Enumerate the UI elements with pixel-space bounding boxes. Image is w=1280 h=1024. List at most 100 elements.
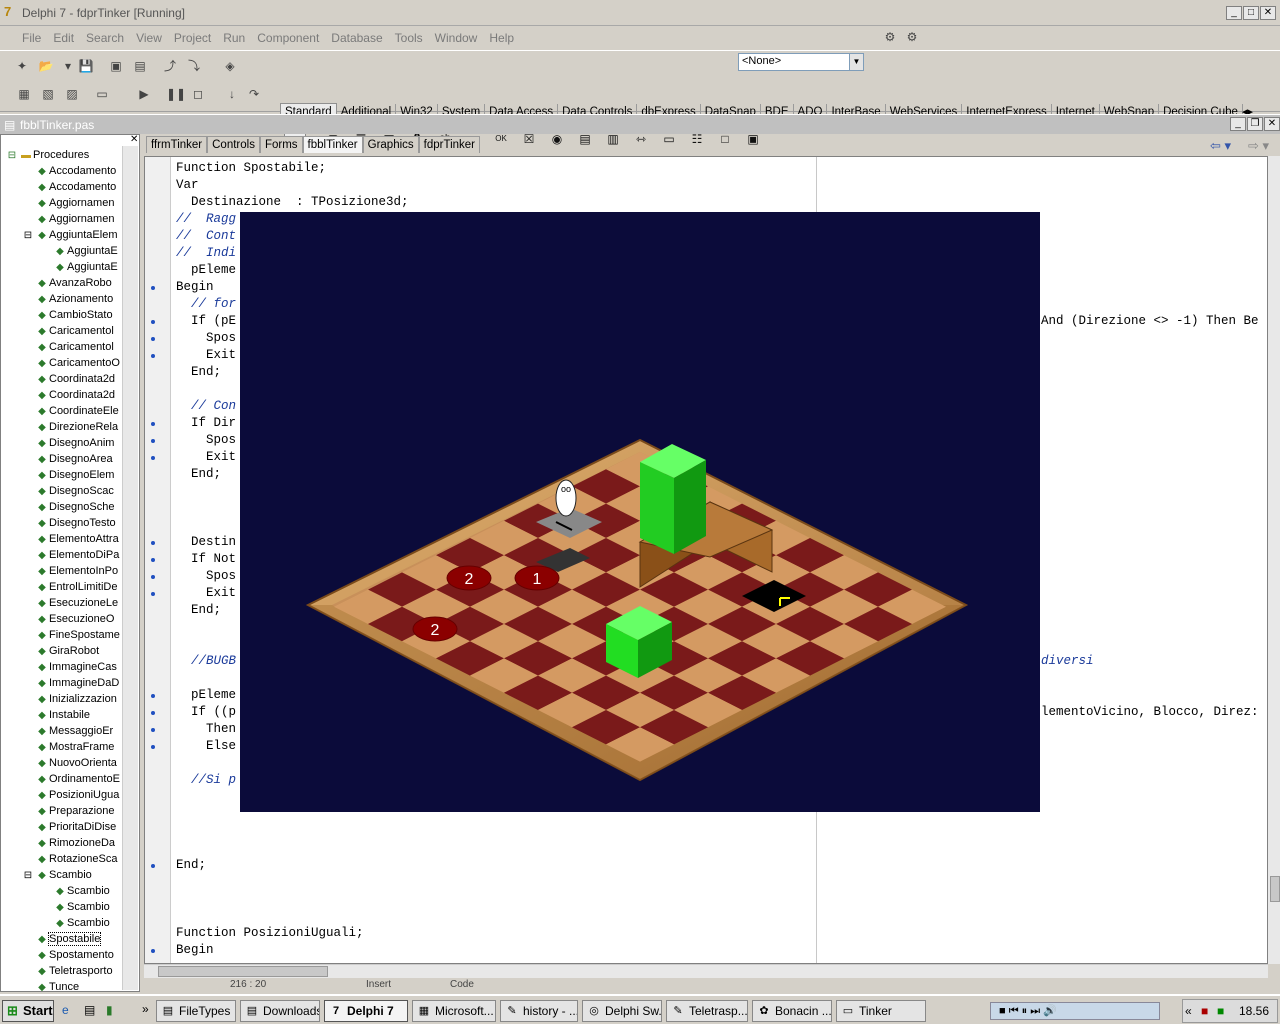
tree-item[interactable]: ◆ Tunce (35, 979, 79, 991)
breakpoint-dot[interactable] (151, 286, 155, 290)
tree-item[interactable]: ◆ Instabile (35, 707, 90, 723)
tree-item[interactable]: ◆ AvanzaRobo (35, 275, 112, 291)
breakpoint-dot[interactable] (151, 320, 155, 324)
close-explorer-icon[interactable]: ✕ (130, 134, 138, 145)
maximize-button[interactable]: □ (1243, 6, 1259, 20)
tree-item[interactable]: ◆ DisegnoElem (35, 467, 114, 483)
new-form-icon[interactable]: ▭ (92, 85, 112, 103)
ie-icon[interactable]: e (62, 1003, 69, 1017)
view-unit-icon[interactable]: ▦ (14, 85, 34, 103)
tree-item[interactable]: ◆ CoordinateEle (35, 403, 119, 419)
tree-item[interactable]: ◆ Scambio (53, 883, 110, 899)
tree-item[interactable]: ◆ DisegnoSche (35, 499, 114, 515)
toggle-form-icon[interactable]: ▨ (62, 85, 82, 103)
menu-item[interactable]: Run (217, 26, 251, 50)
editor-tab[interactable]: fdprTinker (418, 136, 480, 153)
taskbar-item[interactable]: ▭ Tinker (836, 1000, 926, 1022)
taskbar-item[interactable]: 7 Delphi 7 (324, 1000, 408, 1022)
breakpoint-dot[interactable] (151, 694, 155, 698)
tree-item[interactable]: ◆ CaricamentoO (35, 355, 120, 371)
tree-item[interactable]: ◆ Scambio (53, 899, 110, 915)
menu-item[interactable]: Component (251, 26, 325, 50)
breakpoint-dot[interactable] (151, 439, 155, 443)
tree-item[interactable]: ◆ EsecuzioneLe (35, 595, 118, 611)
tree-item[interactable]: ◆ RotazioneSca (35, 851, 117, 867)
trace-into-icon[interactable]: ↓ (222, 85, 242, 103)
tree-item[interactable]: ◆ OrdinamentoE (35, 771, 120, 787)
new-icon[interactable]: ✦ (12, 57, 32, 75)
editor-close-button[interactable]: ✕ (1264, 117, 1280, 131)
tray-app2-icon[interactable]: ■ (1217, 1004, 1224, 1018)
tree-item[interactable]: ◆ ImmagineCas (35, 659, 117, 675)
editor-minimize-button[interactable]: _ (1230, 117, 1246, 131)
taskbar-item[interactable]: ✎ history - ... (500, 1000, 578, 1022)
tree-item[interactable]: ◆ Spostabile (35, 931, 102, 947)
tree-item[interactable]: ◆ FineSpostame (35, 627, 120, 643)
help-icon[interactable]: ◈ (220, 57, 240, 75)
close-button[interactable]: ✕ (1260, 6, 1276, 20)
tree-item[interactable]: ◆ DisegnoTesto (35, 515, 116, 531)
remove-file-icon[interactable]: ⤵ (184, 57, 204, 75)
breakpoint-dot[interactable] (151, 456, 155, 460)
menu-item[interactable]: Tools (389, 26, 429, 50)
code-tab[interactable]: Code (450, 979, 474, 990)
tree-item[interactable]: ◆ GiraRobot (35, 643, 99, 659)
tree-item[interactable]: ◆ Spostamento (35, 947, 114, 963)
tree-item[interactable]: ◆ Accodamento (35, 179, 116, 195)
tree-item[interactable]: ◆ Preparazione (35, 803, 114, 819)
quicklaunch-icon[interactable]: ▮ (106, 1003, 113, 1017)
tree-item[interactable]: ◆ DisegnoScac (35, 483, 114, 499)
breakpoint-dot[interactable] (151, 745, 155, 749)
taskbar-item[interactable]: ✿ Bonacin ... (752, 1000, 832, 1022)
editor-horizontal-scrollbar[interactable] (144, 964, 1268, 978)
tree-item[interactable]: ◆ Scambio (53, 915, 110, 931)
tree-item[interactable]: ◆ RimozioneDa (35, 835, 115, 851)
breakpoint-dot[interactable] (151, 354, 155, 358)
run-process-icon[interactable]: ⚙ (880, 28, 900, 46)
editor-restore-button[interactable]: ❐ (1247, 117, 1263, 131)
collapse-icon[interactable]: ⊟ (21, 868, 35, 884)
start-button[interactable]: ⊞ Start (2, 1000, 54, 1022)
back-arrow-icon[interactable]: ⇦ ▾ (1210, 138, 1231, 154)
view-form-icon[interactable]: ▧ (38, 85, 58, 103)
breakpoint-dot[interactable] (151, 592, 155, 596)
tree-item[interactable]: ◆ MessaggioEr (35, 723, 113, 739)
editor-tab[interactable]: Graphics (362, 136, 419, 153)
save-all-icon[interactable]: ▣ (106, 57, 126, 75)
clock[interactable]: 18.56 (1239, 1004, 1269, 1018)
tree-item[interactable]: ⊟ ◆ Scambio (21, 867, 92, 883)
breakpoint-dot[interactable] (151, 711, 155, 715)
taskbar-item[interactable]: ▤ Downloads (240, 1000, 320, 1022)
tree-item[interactable]: ◆ PosizioniUgua (35, 787, 119, 803)
editor-vertical-scrollbar[interactable] (1268, 156, 1280, 964)
tray-app-icon[interactable]: ■ (1201, 1004, 1208, 1018)
menu-item[interactable]: File (16, 26, 47, 50)
tree-item[interactable]: ◆ Aggiornamen (35, 195, 114, 211)
breakpoint-dot[interactable] (151, 949, 155, 953)
editor-tab[interactable]: ffrmTinker (146, 136, 208, 153)
collapse-icon[interactable]: ⊟ (5, 148, 19, 164)
step-over-icon[interactable]: ↷ (244, 85, 264, 103)
tree-item[interactable]: ◆ ImmagineDaD (35, 675, 119, 691)
scroll-thumb[interactable] (1270, 876, 1280, 902)
stop-icon[interactable]: ◻ (188, 85, 208, 103)
tree-item[interactable]: ◆ EntrolLimitiDe (35, 579, 117, 595)
attach-icon[interactable]: ⚙ (902, 28, 922, 46)
tree-item[interactable]: ◆ NuovoOrienta (35, 755, 117, 771)
menu-item[interactable]: Database (325, 26, 388, 50)
breakpoint-dot[interactable] (151, 728, 155, 732)
breakpoint-dot[interactable] (151, 558, 155, 562)
breakpoint-dot[interactable] (151, 541, 155, 545)
collapse-icon[interactable]: ⊟ (21, 228, 35, 244)
tree-item[interactable]: ◆ ElementoInPo (35, 563, 118, 579)
tree-item[interactable]: ◆ Aggiornamen (35, 211, 114, 227)
tree-item[interactable]: ◆ MostraFrame (35, 739, 114, 755)
tree-item[interactable]: ◆ Inizializzazion (35, 691, 117, 707)
hscroll-thumb[interactable] (158, 966, 328, 977)
breakpoint-dot[interactable] (151, 337, 155, 341)
forward-arrow-icon[interactable]: ⇨ ▾ (1248, 138, 1269, 154)
menu-item[interactable]: Search (80, 26, 130, 50)
taskbar-item[interactable]: ▦ Microsoft... (412, 1000, 496, 1022)
pause-icon[interactable]: ❚❚ (166, 85, 186, 103)
taskbar-item[interactable]: ▤ FileTypes (156, 1000, 236, 1022)
